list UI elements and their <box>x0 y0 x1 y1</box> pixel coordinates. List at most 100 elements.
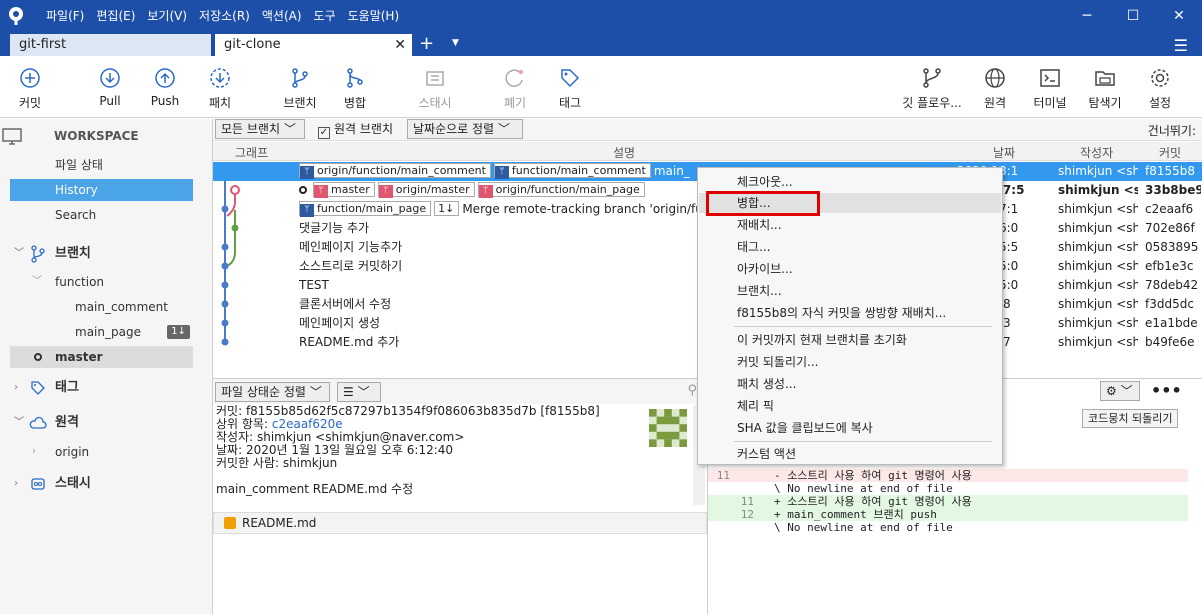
terminal-icon <box>1040 69 1060 87</box>
branch-filter-dropdown[interactable]: 모든 브랜치 ﹀ <box>215 119 305 139</box>
globe-icon <box>985 68 1005 88</box>
settings-button[interactable]: 설정 <box>1135 66 1185 111</box>
toolbar: 커밋 Pull Push 패치 브랜치 병합 스태시 폐기 태그 깃 플로우..… <box>0 56 1202 118</box>
menu-repository[interactable]: 저장소(R) <box>193 0 256 32</box>
tag-icon <box>30 380 46 404</box>
remote-branches-checkbox[interactable]: ✓ 원격 브랜치 <box>318 121 393 139</box>
menu-item-checkout[interactable]: 체크아웃... <box>699 172 1001 192</box>
branch-icon <box>30 245 46 271</box>
merge-button[interactable]: 병합 <box>330 66 380 111</box>
tag-button[interactable]: 태그 <box>545 66 595 111</box>
branch-button[interactable]: 브랜치 <box>275 66 325 111</box>
tab-git-first[interactable]: git-first <box>10 34 211 56</box>
minimize-icon[interactable]: ─ <box>1064 0 1110 32</box>
sidebar-section-branches[interactable]: ﹀ 브랜치 <box>10 243 193 265</box>
branch-label[interactable]: ᛘ origin/function/main_comment <box>299 163 491 179</box>
sidebar-section-remotes[interactable]: ﹀ 원격 <box>10 412 193 434</box>
column-graph[interactable]: 그래프 <box>235 144 268 161</box>
monitor-icon <box>2 128 22 149</box>
commit-button[interactable]: 커밋 <box>5 66 55 111</box>
sidebar-item-history[interactable]: History <box>10 179 193 201</box>
chevron-down-icon: ﹀ <box>357 385 370 399</box>
discard-button[interactable]: 폐기 <box>490 66 540 111</box>
tag-icon <box>561 69 580 88</box>
stash-button[interactable]: 스태시 <box>410 66 460 111</box>
pull-icon <box>100 68 120 88</box>
explorer-button[interactable]: 탐색기 <box>1080 66 1130 111</box>
changed-file-row[interactable]: README.md <box>213 512 707 534</box>
commit-details: 커밋: f8155b85d62f5c87297b1354f9f086063b83… <box>213 405 693 505</box>
close-window-icon[interactable]: ✕ <box>1156 0 1202 32</box>
pull-button[interactable]: Pull <box>85 66 135 108</box>
chevron-down-icon: ﹀ <box>14 417 24 428</box>
sidebar-folder-function[interactable]: ﹀ function <box>10 271 193 293</box>
menu-item-reset[interactable]: 이 커밋까지 현재 브랜치를 초기화 <box>699 330 1001 350</box>
revert-hunk-button[interactable]: 코드뭉치 되돌리기 <box>1082 409 1179 428</box>
tab-git-clone[interactable]: git-clone ✕ <box>215 34 412 56</box>
chevron-down-icon: ﹀ <box>32 276 42 287</box>
close-tab-icon[interactable]: ✕ <box>394 34 406 56</box>
branch-label[interactable]: ᛘ origin/master <box>377 182 475 198</box>
sidebar-branch-main-comment[interactable]: main_comment <box>10 296 193 318</box>
menu-bar: 파일(F) 편집(E) 보기(V) 저장소(R) 액션(A) 도구 도움말(H) <box>40 0 405 32</box>
diff-options-dropdown[interactable]: ⚙ ﹀ <box>1100 381 1140 401</box>
menu-item-archive[interactable]: 아카이브... <box>699 259 1001 279</box>
fetch-icon <box>210 68 230 88</box>
column-date[interactable]: 날짜 <box>993 144 1015 161</box>
column-author[interactable]: 작성자 <box>1080 144 1113 161</box>
sidebar-section-stash[interactable]: › 스태시 <box>10 473 193 495</box>
sidebar-remote-origin[interactable]: › origin <box>10 441 193 463</box>
menu-actions[interactable]: 액션(A) <box>256 0 308 32</box>
remote-button[interactable]: 원격 <box>970 66 1020 111</box>
sidebar-item-search[interactable]: Search <box>10 204 193 226</box>
branch-label[interactable]: ᛘ origin/function/main_page <box>477 182 645 198</box>
hamburger-menu-icon[interactable]: ☰ <box>1174 36 1188 55</box>
branch-label[interactable]: ᛘ function/main_comment <box>493 163 651 179</box>
search-icon[interactable]: ⚲ <box>687 383 697 398</box>
menu-item-branch[interactable]: 브랜치... <box>699 281 1001 301</box>
merge-icon <box>347 68 363 88</box>
sort-dropdown[interactable]: 날짜순으로 정렬 ﹀ <box>407 119 523 139</box>
history-column-header: 그래프 설명 날짜 작성자 커밋 <box>213 142 1202 161</box>
menu-item-create-patch[interactable]: 패치 생성... <box>699 374 1001 394</box>
file-sort-dropdown[interactable]: 파일 상태순 정렬 ﹀ <box>215 382 330 402</box>
menu-file[interactable]: 파일(F) <box>40 0 90 32</box>
fetch-button[interactable]: 패치 <box>195 66 245 111</box>
maximize-icon[interactable]: ☐ <box>1110 0 1156 32</box>
chevron-right-icon: › <box>14 478 19 489</box>
parent-commit-link[interactable]: c2eaaf620e <box>272 417 343 431</box>
menu-item-custom-action[interactable]: 커스텀 액션 <box>699 444 1001 464</box>
sidebar-branch-main-page[interactable]: main_page 1↓ <box>10 321 193 343</box>
more-options-icon[interactable]: ••• <box>1151 381 1182 400</box>
tab-dropdown-icon[interactable]: ▼ <box>452 38 459 48</box>
terminal-button[interactable]: 터미널 <box>1025 66 1075 111</box>
chevron-down-icon: ﹀ <box>1120 384 1133 398</box>
view-mode-dropdown[interactable]: ☰ ﹀ <box>337 382 381 402</box>
cloud-icon <box>29 416 47 438</box>
diff-line: 12 + main_comment 브랜치 push <box>708 508 1188 521</box>
menu-item-tag[interactable]: 태그... <box>699 237 1001 257</box>
menu-item-revert[interactable]: 커밋 되돌리기... <box>699 352 1001 372</box>
menu-item-interactive-rebase[interactable]: f8155b8의 자식 커밋을 쌍방향 재배치... <box>699 303 1001 323</box>
push-button[interactable]: Push <box>140 66 190 108</box>
menu-item-cherry-pick[interactable]: 체리 픽 <box>699 396 1001 416</box>
column-commit[interactable]: 커밋 <box>1159 144 1181 161</box>
sidebar-item-file-status[interactable]: 파일 상태 <box>10 154 193 176</box>
chevron-right-icon: › <box>14 382 19 393</box>
push-icon <box>155 68 175 88</box>
menu-help[interactable]: 도움말(H) <box>342 0 406 32</box>
sidebar-section-tags[interactable]: › 태그 <box>10 377 193 399</box>
sidebar-branch-master[interactable]: master <box>10 346 193 368</box>
menu-item-rebase[interactable]: 재배치... <box>699 215 1001 235</box>
column-description[interactable]: 설명 <box>613 144 635 161</box>
add-tab-icon[interactable]: + <box>419 34 434 54</box>
menu-view[interactable]: 보기(V) <box>141 0 193 32</box>
menu-item-copy-sha[interactable]: SHA 값을 클립보드에 복사 <box>699 418 1001 438</box>
branch-label[interactable]: ᛘ master <box>313 182 375 198</box>
menu-edit[interactable]: 편집(E) <box>90 0 141 32</box>
menu-tools[interactable]: 도구 <box>308 0 342 32</box>
list-icon: ☰ <box>343 385 354 399</box>
branch-label-icon: ᛘ <box>478 185 493 198</box>
branch-label[interactable]: ᛘ function/main_page <box>299 201 432 217</box>
gitflow-button[interactable]: 깃 플로우... <box>897 66 967 111</box>
